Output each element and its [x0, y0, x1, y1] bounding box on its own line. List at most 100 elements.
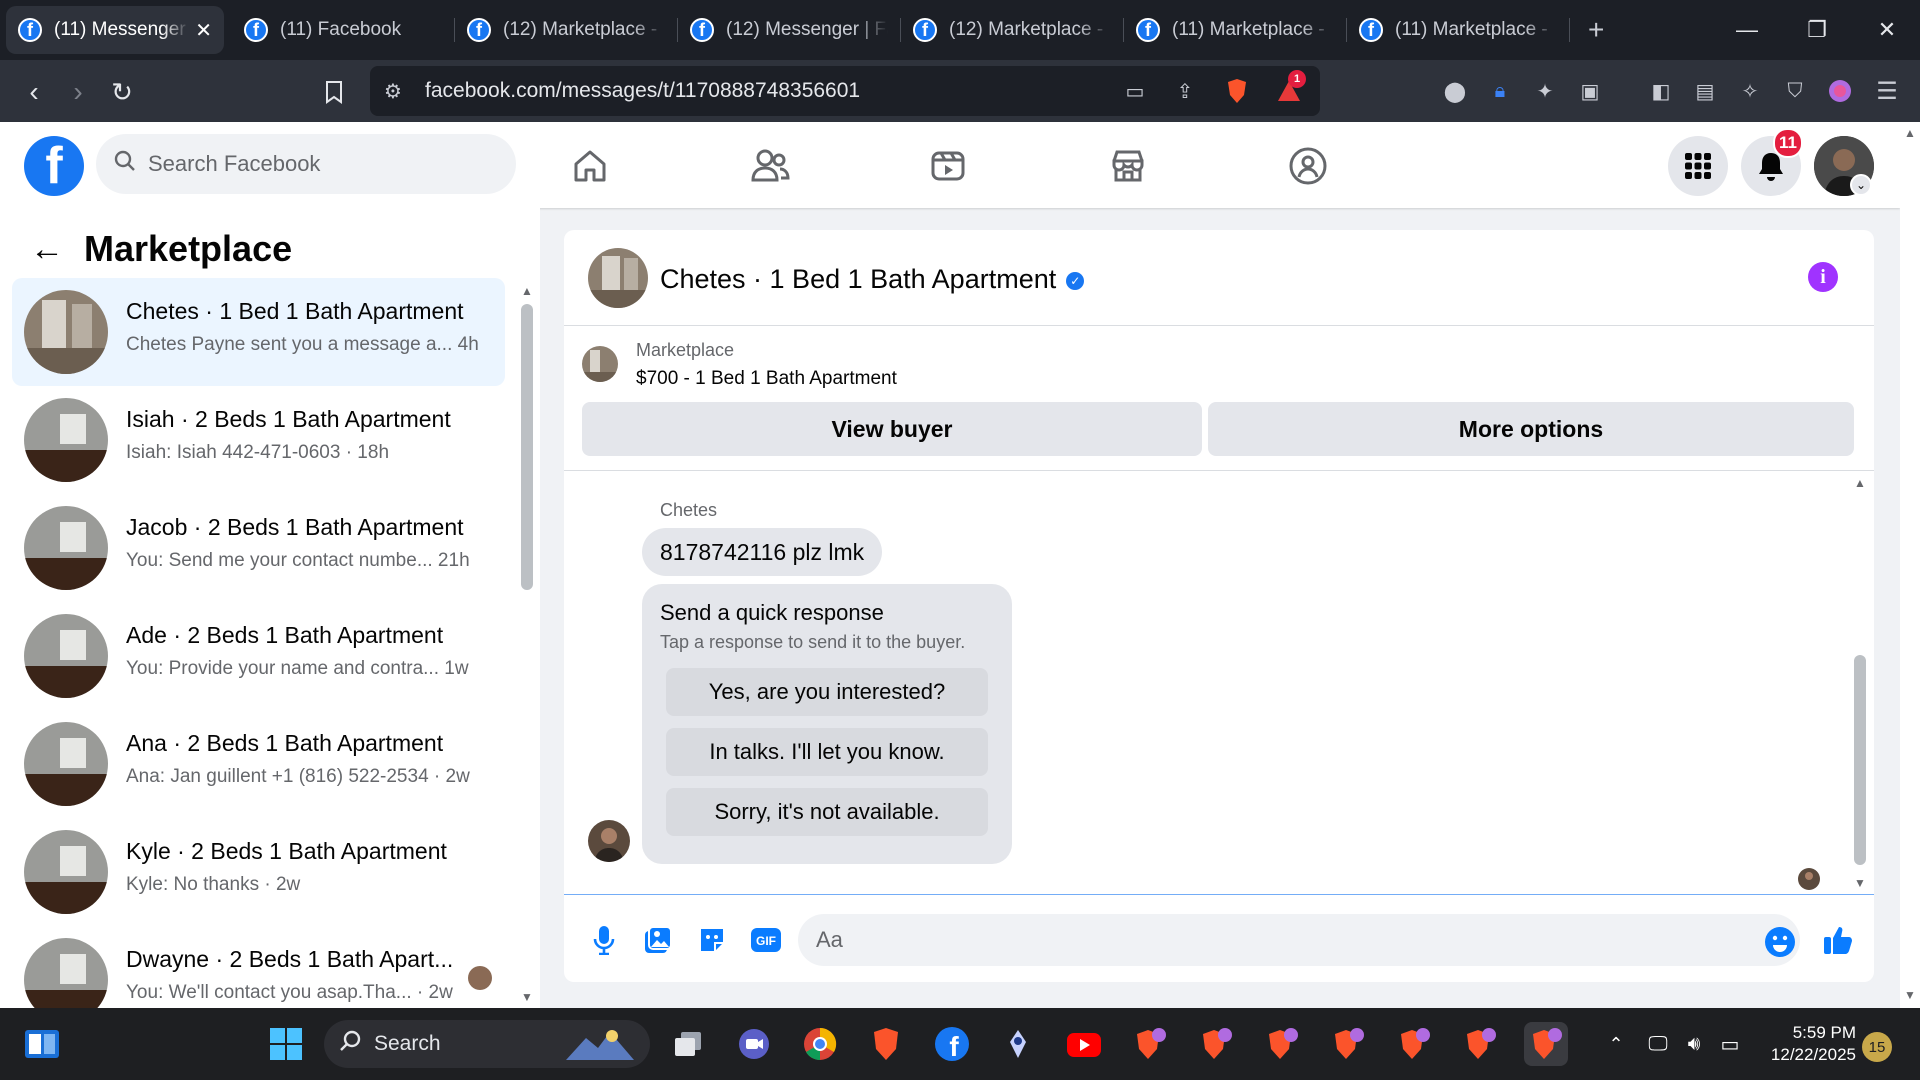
facebook-header: f Search Facebook 11 ⌄	[0, 122, 1900, 208]
conversation-item[interactable]: Isiah · 2 Beds 1 Bath Apartment Isiah: I…	[12, 386, 505, 494]
brave-app-icon[interactable]	[1326, 1022, 1370, 1066]
scroll-up-arrow-icon[interactable]: ▲	[1854, 476, 1866, 490]
menu-icon[interactable]: ☰	[1872, 76, 1902, 106]
quick-response-yes-button[interactable]: Yes, are you interested?	[666, 668, 988, 716]
listing-title[interactable]: $700 - 1 Bed 1 Bath Apartment	[636, 368, 897, 390]
brave-icon[interactable]	[864, 1022, 908, 1066]
scroll-up-arrow-icon[interactable]: ▲	[1904, 126, 1916, 140]
back-icon[interactable]: ‹	[14, 72, 54, 112]
brave-app-icon[interactable]	[1260, 1022, 1304, 1066]
app-icon[interactable]	[996, 1022, 1040, 1066]
bookmark-icon[interactable]	[314, 72, 354, 112]
friends-icon[interactable]	[746, 142, 794, 190]
video-icon[interactable]	[924, 142, 972, 190]
close-tab-icon[interactable]: ✕	[195, 18, 212, 43]
brave-app-icon[interactable]	[1392, 1022, 1436, 1066]
conversation-item[interactable]: Ade · 2 Beds 1 Bath Apartment You: Provi…	[12, 602, 505, 710]
facebook-logo[interactable]: f	[24, 136, 84, 196]
leo-ai-icon[interactable]: ✧	[1735, 76, 1765, 106]
notifications-button[interactable]: 11	[1741, 128, 1803, 196]
extensions-icon[interactable]: ✦	[1530, 76, 1560, 106]
sidebar-icon[interactable]: ◧	[1646, 76, 1676, 106]
system-clock[interactable]: 5:59 PM 12/22/2025	[1756, 1022, 1856, 1066]
tab-marketplace-4[interactable]: f (11) Marketplace -	[1347, 6, 1569, 54]
microphone-icon[interactable]	[586, 922, 622, 958]
view-buyer-button[interactable]: View buyer	[582, 402, 1202, 456]
compose-divider	[564, 894, 1874, 895]
chat-title[interactable]: Chetes · 1 Bed 1 Bath Apartment ✓	[660, 264, 1085, 295]
meet-icon[interactable]	[732, 1022, 776, 1066]
scroll-up-arrow-icon[interactable]: ▲	[521, 284, 533, 298]
chat-avatar[interactable]	[588, 248, 648, 308]
lock-icon[interactable]: 🔒︎	[1485, 76, 1515, 106]
screenshot-icon[interactable]: ▣	[1575, 76, 1605, 106]
widgets-icon[interactable]	[20, 1022, 64, 1066]
start-icon[interactable]	[264, 1022, 308, 1066]
brave-shields-icon[interactable]	[1222, 76, 1252, 106]
minimize-icon[interactable]: —	[1712, 0, 1782, 60]
record-icon[interactable]: ⬤	[1440, 76, 1470, 106]
restore-icon[interactable]: ❐	[1782, 0, 1852, 60]
message-input[interactable]: Aa	[798, 914, 1800, 966]
clock-time: 5:59 PM	[1792, 1023, 1856, 1042]
tab-marketplace[interactable]: f (12) Marketplace -	[455, 6, 677, 54]
wallet-icon[interactable]: ▤	[1690, 76, 1720, 106]
brave-app-active-icon[interactable]	[1524, 1022, 1568, 1066]
sticker-icon[interactable]	[694, 922, 730, 958]
search-facebook-input[interactable]: Search Facebook	[96, 134, 516, 194]
tab-marketplace-2[interactable]: f (12) Marketplace -	[901, 6, 1123, 54]
like-thumb-icon[interactable]	[1820, 922, 1856, 958]
facebook-app-icon[interactable]: f	[930, 1022, 974, 1066]
menu-grid-icon[interactable]	[1668, 136, 1728, 196]
conversation-item[interactable]: Jacob · 2 Beds 1 Bath Apartment You: Sen…	[12, 494, 505, 602]
conversation-item[interactable]: Ana · 2 Beds 1 Bath Apartment Ana: Jan g…	[12, 710, 505, 818]
photo-icon[interactable]	[640, 922, 676, 958]
info-icon[interactable]: i	[1808, 262, 1838, 292]
tab-marketplace-3[interactable]: f (11) Marketplace -	[1124, 6, 1346, 54]
home-icon[interactable]	[566, 142, 614, 190]
tab-messenger-2[interactable]: f (12) Messenger | Fa	[678, 6, 900, 54]
facebook-favicon-icon: f	[913, 18, 937, 42]
forward-icon[interactable]: ›	[58, 72, 98, 112]
groups-icon[interactable]	[1284, 142, 1332, 190]
marketplace-icon[interactable]	[1104, 142, 1152, 190]
reload-icon[interactable]: ↻	[102, 72, 142, 112]
quick-response-in-talks-button[interactable]: In talks. I'll let you know.	[666, 728, 988, 776]
close-window-icon[interactable]: ✕	[1852, 0, 1920, 60]
conversation-item[interactable]: Chetes · 1 Bed 1 Bath Apartment Chetes P…	[12, 278, 505, 386]
taskbar-search[interactable]: Search	[324, 1020, 650, 1068]
page-scrollbar[interactable]: ▲ ▼	[1900, 122, 1920, 1008]
more-options-button[interactable]: More options	[1208, 402, 1854, 456]
brave-app-icon[interactable]	[1458, 1022, 1502, 1066]
emoji-icon[interactable]	[1762, 924, 1798, 960]
chevron-up-icon[interactable]: ⌃	[1594, 1022, 1638, 1066]
brave-app-icon[interactable]	[1128, 1022, 1172, 1066]
scroll-down-arrow-icon[interactable]: ▼	[1854, 876, 1866, 890]
chrome-icon[interactable]	[798, 1022, 842, 1066]
chevron-down-icon[interactable]: ⌄	[1850, 174, 1872, 196]
quick-response-not-available-button[interactable]: Sorry, it's not available.	[666, 788, 988, 836]
scrollbar[interactable]	[521, 304, 533, 590]
cast-icon[interactable]: ▭	[1120, 76, 1150, 106]
battery-icon[interactable]: ▭	[1708, 1022, 1752, 1066]
youtube-icon[interactable]	[1062, 1022, 1106, 1066]
conversation-item[interactable]: Dwayne · 2 Beds 1 Bath Apart... You: We'…	[12, 926, 505, 1008]
back-arrow-icon[interactable]: ←	[30, 230, 64, 269]
conversation-item[interactable]: Kyle · 2 Beds 1 Bath Apartment Kyle: No …	[12, 818, 505, 926]
message-bubble[interactable]: 8178742116 plz lmk	[642, 528, 883, 576]
brave-rewards-icon[interactable]: 1	[1274, 70, 1306, 106]
scroll-down-arrow-icon[interactable]: ▼	[521, 990, 533, 1004]
tab-messenger[interactable]: f (11) Messenger ✕	[6, 6, 224, 54]
tab-facebook[interactable]: f (11) Facebook	[232, 6, 454, 54]
scrollbar[interactable]	[1854, 655, 1866, 865]
profile-icon[interactable]	[1825, 76, 1855, 106]
share-icon[interactable]: ⇪	[1170, 76, 1200, 106]
brave-app-icon[interactable]	[1194, 1022, 1238, 1066]
site-settings-icon[interactable]: ⚙	[378, 76, 408, 106]
scroll-down-arrow-icon[interactable]: ▼	[1904, 988, 1916, 1002]
gif-icon[interactable]: GIF	[748, 922, 784, 958]
notification-count-badge[interactable]: 15	[1862, 1032, 1892, 1062]
new-tab-icon[interactable]: +	[1588, 14, 1604, 46]
task-view-icon[interactable]	[666, 1022, 710, 1066]
vpn-icon[interactable]: ⛉	[1780, 76, 1810, 106]
